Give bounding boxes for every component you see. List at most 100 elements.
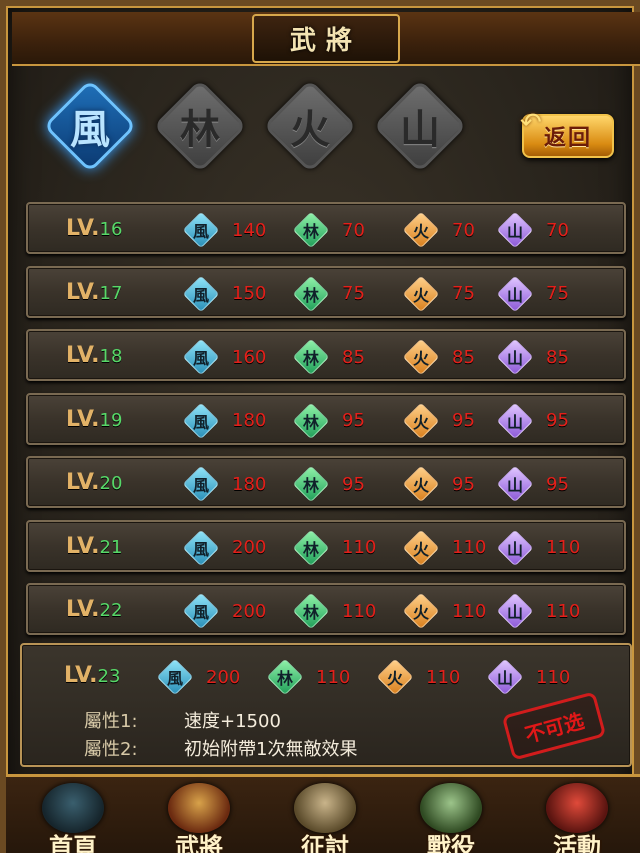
mountain-stat: 山 75 bbox=[496, 275, 569, 312]
wind-icon: 風 bbox=[156, 658, 194, 696]
nav-conquest[interactable]: 征討 bbox=[270, 777, 380, 853]
fire-icon: 火 bbox=[402, 338, 440, 376]
forest-stat: 林 110 bbox=[292, 592, 376, 630]
back-button[interactable]: ↶ 返回 bbox=[520, 108, 614, 158]
title-bar: 武將 bbox=[12, 12, 640, 66]
forest-stat: 林 110 bbox=[266, 658, 350, 696]
wind-icon: 風 bbox=[182, 529, 220, 566]
wind-icon: 風 bbox=[182, 465, 220, 503]
wind-stat: 風 200 bbox=[156, 658, 240, 696]
forest-icon: 林 bbox=[292, 465, 330, 503]
back-arrow-icon: ↶ bbox=[520, 108, 542, 138]
mountain-icon: 山 bbox=[496, 592, 534, 630]
forest-icon: 林 bbox=[292, 529, 330, 566]
wind-stat: 風 150 bbox=[182, 275, 266, 312]
fire-stat: 火 70 bbox=[402, 211, 475, 249]
fire-stat: 火 95 bbox=[402, 402, 475, 439]
forest-icon: 林 bbox=[292, 592, 330, 630]
level-label: LV.20 bbox=[66, 470, 123, 495]
forest-icon: 林 bbox=[292, 402, 330, 439]
tab-forest[interactable]: 林 bbox=[150, 76, 250, 176]
wind-stat: 風 200 bbox=[182, 529, 266, 566]
mountain-stat: 山 110 bbox=[486, 658, 570, 696]
attribute-1: 屬性1: 速度+1500 bbox=[84, 711, 281, 732]
expanded-level-row[interactable]: LV.23 風 200 林 110 火 110 山 110 屬性1: 速度+15… bbox=[20, 643, 632, 767]
fire-stat: 火 95 bbox=[402, 465, 475, 503]
forest-stat: 林 85 bbox=[292, 338, 365, 376]
nav-home[interactable]: 首頁 bbox=[18, 777, 128, 853]
mountain-stat: 山 95 bbox=[496, 465, 569, 503]
mountain-icon: 山 bbox=[496, 338, 534, 376]
bottom-nav: 首頁 武將 征討 戰役 活動 bbox=[6, 774, 640, 853]
not-selectable-stamp: 不可选 bbox=[501, 691, 607, 761]
wind-stat: 風 180 bbox=[182, 465, 266, 503]
wind-icon: 風 bbox=[182, 402, 220, 439]
fire-icon: 火 bbox=[402, 275, 440, 312]
fire-stat: 火 75 bbox=[402, 275, 475, 312]
level-row[interactable]: LV.19 風 180 林 95 火 95 山 95 bbox=[26, 392, 626, 445]
fire-icon: 火 bbox=[376, 658, 414, 696]
attribute-2: 屬性2: 初始附帶1次無敵效果 bbox=[84, 739, 358, 760]
forest-icon: 林 bbox=[292, 211, 330, 249]
tab-mountain[interactable]: 山 bbox=[370, 76, 470, 176]
wind-stat: 風 180 bbox=[182, 402, 266, 439]
tab-wind[interactable]: 風 bbox=[40, 76, 140, 176]
forest-icon: 林 bbox=[292, 275, 330, 312]
level-label: LV.18 bbox=[66, 343, 123, 368]
level-row[interactable]: LV.16 風 140 林 70 火 70 山 70 bbox=[26, 202, 626, 254]
mountain-icon: 山 bbox=[496, 465, 534, 503]
wind-icon: 風 bbox=[182, 338, 220, 376]
element-tabs: 風 林 火 山 bbox=[40, 76, 480, 176]
fire-stat: 火 110 bbox=[376, 658, 460, 696]
mountain-icon: 山 bbox=[496, 275, 534, 312]
wind-stat: 風 160 bbox=[182, 338, 266, 376]
mountain-stat: 山 85 bbox=[496, 338, 569, 376]
fire-stat: 火 85 bbox=[402, 338, 475, 376]
scroll-icon bbox=[420, 783, 482, 833]
level-label: LV.21 bbox=[66, 533, 123, 559]
general-icon bbox=[168, 783, 230, 833]
mountain-stat: 山 95 bbox=[496, 402, 569, 439]
wind-stat: 風 200 bbox=[182, 592, 266, 630]
level-label: LV.17 bbox=[66, 279, 123, 305]
wind-icon: 風 bbox=[182, 211, 220, 249]
drum-icon bbox=[546, 783, 608, 833]
mountain-stat: 山 110 bbox=[496, 529, 580, 566]
level-row[interactable]: LV.17 風 150 林 75 火 75 山 75 bbox=[26, 265, 626, 318]
level-row[interactable]: LV.21 風 200 林 110 火 110 山 110 bbox=[26, 519, 626, 572]
fire-stat: 火 110 bbox=[402, 592, 486, 630]
level-row[interactable]: LV.18 風 160 林 85 火 85 山 85 bbox=[26, 329, 626, 381]
wind-stat: 風 140 bbox=[182, 211, 266, 249]
forest-stat: 林 95 bbox=[292, 402, 365, 439]
nav-generals[interactable]: 武將 bbox=[144, 777, 254, 853]
wind-icon: 風 bbox=[182, 275, 220, 312]
mountain-icon: 山 bbox=[496, 529, 534, 566]
level-label: LV.19 bbox=[66, 406, 123, 432]
fire-icon: 火 bbox=[402, 529, 440, 566]
forest-stat: 林 110 bbox=[292, 529, 376, 566]
nav-events[interactable]: 活動 bbox=[522, 777, 632, 853]
mountain-icon: 山 bbox=[486, 658, 524, 696]
mountain-icon: 山 bbox=[496, 402, 534, 439]
level-row[interactable]: LV.22 風 200 林 110 火 110 山 110 bbox=[26, 583, 626, 635]
forest-icon: 林 bbox=[292, 338, 330, 376]
fire-icon: 火 bbox=[402, 592, 440, 630]
fire-icon: 火 bbox=[402, 402, 440, 439]
nav-battles[interactable]: 戰役 bbox=[396, 777, 506, 853]
game-frame: 武將 風 林 火 山 ↶ 返回 LV.16 風 140 林 70 火 70 山 70 LV.17 風… bbox=[0, 0, 640, 853]
level-label: LV.23 bbox=[64, 663, 121, 688]
mountain-stat: 山 70 bbox=[496, 211, 569, 249]
fire-icon: 火 bbox=[402, 211, 440, 249]
fire-stat: 火 110 bbox=[402, 529, 486, 566]
level-row[interactable]: LV.20 風 180 林 95 火 95 山 95 bbox=[26, 456, 626, 508]
sword-icon bbox=[294, 783, 356, 833]
forest-stat: 林 70 bbox=[292, 211, 365, 249]
tab-fire[interactable]: 火 bbox=[260, 76, 360, 176]
pavilion-icon bbox=[42, 783, 104, 833]
page-title: 武將 bbox=[251, 13, 400, 63]
forest-stat: 林 75 bbox=[292, 275, 365, 312]
wind-icon: 風 bbox=[182, 592, 220, 630]
mountain-stat: 山 110 bbox=[496, 592, 580, 630]
mountain-icon: 山 bbox=[496, 211, 534, 249]
forest-icon: 林 bbox=[266, 658, 304, 696]
